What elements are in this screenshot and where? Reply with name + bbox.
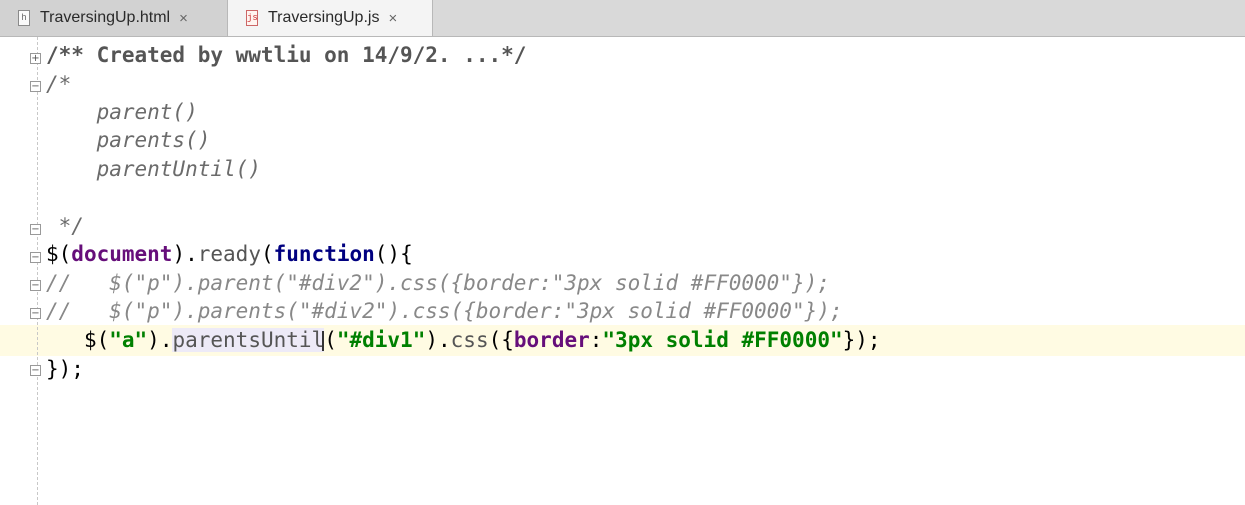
html-file-icon: h bbox=[18, 10, 30, 26]
fold-collapse-icon[interactable]: − bbox=[30, 81, 41, 92]
code-token: ( bbox=[324, 328, 337, 352]
code-token: ({ bbox=[488, 328, 514, 352]
code-line-3: parent() bbox=[46, 100, 198, 124]
js-file-icon: js bbox=[246, 10, 258, 26]
tab-label: TraversingUp.html bbox=[40, 9, 171, 26]
close-icon[interactable]: × bbox=[179, 10, 188, 27]
fold-collapse-icon[interactable]: − bbox=[30, 224, 41, 235]
code-line-11: $("a").parentsUntil("#div1").css({border… bbox=[46, 326, 881, 354]
gutter-separator bbox=[37, 37, 39, 505]
code-editor[interactable]: + − − − − − − /** Created by wwtliu on 1… bbox=[0, 37, 1245, 505]
close-icon[interactable]: × bbox=[388, 10, 397, 27]
code-line-1: /** Created by wwtliu on 14/9/2. ...*/ bbox=[46, 43, 527, 67]
code-token: function bbox=[273, 242, 375, 266]
tab-label: TraversingUp.js bbox=[268, 9, 380, 26]
code-token: document bbox=[71, 242, 173, 266]
code-token: (){ bbox=[374, 242, 413, 266]
fold-collapse-icon[interactable]: − bbox=[30, 308, 41, 319]
code-line-4: parents() bbox=[46, 128, 211, 152]
code-line-9: // $("p").parent("#div2").css({border:"3… bbox=[46, 271, 830, 295]
code-token: css bbox=[450, 328, 489, 352]
code-token: $( bbox=[83, 328, 110, 352]
code-token: : bbox=[589, 328, 603, 352]
code-token: "3px solid #FF0000" bbox=[602, 328, 843, 352]
tab-traversingup-html[interactable]: h TraversingUp.html × bbox=[0, 0, 228, 36]
code-line-12: }); bbox=[46, 357, 84, 381]
code-token: ( bbox=[260, 242, 274, 266]
code-line-5: parentUntil() bbox=[46, 157, 261, 181]
code-line-10: // $("p").parents("#div2").css({border:"… bbox=[46, 299, 843, 323]
code-token: "a" bbox=[109, 328, 148, 352]
code-line-7: */ bbox=[46, 214, 84, 238]
editor-tab-bar: h TraversingUp.html × js TraversingUp.js… bbox=[0, 0, 1245, 37]
code-token: }); bbox=[842, 328, 881, 352]
fold-collapse-icon[interactable]: − bbox=[30, 365, 41, 376]
code-token: border bbox=[513, 328, 590, 352]
tab-traversingup-js[interactable]: js TraversingUp.js × bbox=[228, 0, 433, 36]
code-token: parentsUntil bbox=[172, 328, 325, 352]
code-token: $( bbox=[46, 242, 72, 266]
code-token: ). bbox=[147, 328, 173, 352]
fold-collapse-icon[interactable]: − bbox=[30, 280, 41, 291]
code-token: ready bbox=[197, 242, 261, 266]
fold-collapse-icon[interactable]: − bbox=[30, 252, 41, 263]
code-token: "#div1" bbox=[336, 328, 426, 352]
code-token: ). bbox=[172, 242, 198, 266]
code-line-8: $(document).ready(function(){ bbox=[46, 240, 413, 268]
code-line-2: /* bbox=[46, 72, 72, 96]
fold-expand-icon[interactable]: + bbox=[30, 53, 41, 64]
code-token: ). bbox=[425, 328, 451, 352]
